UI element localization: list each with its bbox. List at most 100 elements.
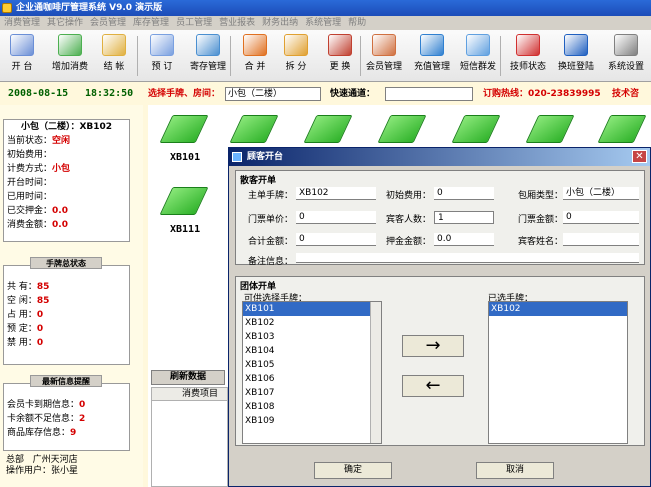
recharge-icon	[420, 34, 444, 56]
toolbar-button[interactable]: 结 帐	[92, 32, 136, 78]
menu-item[interactable]: 会员管理	[90, 18, 126, 28]
selected-plates-list[interactable]: XB102	[488, 301, 628, 444]
refresh-data-button[interactable]: 刷新数据	[151, 370, 225, 385]
info-value: 9	[70, 428, 77, 438]
table-icon[interactable]	[451, 115, 501, 143]
info-value: 85	[36, 296, 50, 306]
info-key: 会员卡到期信息：	[7, 400, 80, 410]
plate-list-item[interactable]: XB102	[489, 302, 627, 316]
toolbar-label: 拆 分	[285, 62, 307, 72]
remark-label: 备注信息：	[248, 257, 294, 267]
plate-list-item[interactable]: XB109	[243, 414, 381, 428]
change-icon	[328, 34, 352, 56]
room-type-field[interactable]: 小包（二楼）	[563, 187, 639, 200]
operator-info: 总部 广州天河店 操作用户：张小星	[3, 453, 130, 483]
menu-item[interactable]: 其它操作	[47, 18, 83, 28]
info-key: 已交押金：	[7, 206, 53, 216]
toolbar-separator	[137, 36, 138, 76]
plate-list-item[interactable]: XB106	[243, 372, 381, 386]
info-key: 禁 用：	[7, 338, 37, 348]
toolbar-button[interactable]: 系统设置	[604, 32, 648, 78]
toolbar-button[interactable]: 寄存管理	[186, 32, 230, 78]
toolbar-label: 增加消费	[51, 62, 88, 72]
menu-item[interactable]: 消费管理	[4, 18, 40, 28]
toolbar-button[interactable]: 换班登陆	[554, 32, 598, 78]
quick-channel-label: 快速通道：	[330, 89, 376, 99]
plate-list-item[interactable]: XB104	[243, 344, 381, 358]
toolbar-button[interactable]: 预 订	[140, 32, 184, 78]
toolbar-label: 换班登陆	[557, 62, 594, 72]
menu-item[interactable]: 帮助	[348, 18, 366, 28]
plate-list-item[interactable]: XB101	[243, 302, 381, 316]
remark-field[interactable]	[296, 253, 639, 263]
toolbar-button[interactable]: 合 并	[233, 32, 277, 78]
table-icon[interactable]	[597, 115, 647, 143]
ticket-amount-field[interactable]: 0	[563, 211, 639, 224]
plate-list-item[interactable]: XB108	[243, 400, 381, 414]
technician-icon	[516, 34, 540, 56]
plate-status-title: 手牌总状态	[30, 257, 102, 269]
settings-icon	[614, 34, 638, 56]
table-icon[interactable]	[303, 115, 353, 143]
info-key: 消费金额：	[7, 220, 53, 230]
info-value: 0	[36, 324, 44, 334]
confirm-button[interactable]: 确定	[314, 462, 392, 479]
table-icon[interactable]	[159, 115, 209, 143]
host-plate-field[interactable]: XB102	[296, 187, 376, 200]
quick-channel-input[interactable]	[385, 87, 473, 101]
toolbar-button[interactable]: 短信群发	[456, 32, 500, 78]
menu-item[interactable]: 系统管理	[305, 18, 341, 28]
info-key: 预 定：	[7, 324, 37, 334]
ticket-price-field[interactable]: 0	[296, 211, 376, 224]
init-fee-field[interactable]: 0	[434, 187, 494, 200]
toolbar-button[interactable]: 技师状态	[506, 32, 550, 78]
info-key: 卡余额不足信息：	[7, 414, 80, 424]
toolbar-button[interactable]: 增加消费	[48, 32, 92, 78]
table-icon[interactable]	[229, 115, 279, 143]
toolbar-button[interactable]: 充值管理	[410, 32, 454, 78]
plate-list-item[interactable]: XB105	[243, 358, 381, 372]
toolbar-label: 更 换	[329, 62, 351, 72]
operator-value: 张小星	[51, 466, 79, 476]
menu-item[interactable]: 员工管理	[176, 18, 212, 28]
close-icon[interactable]: ✕	[632, 150, 647, 163]
deposit-field[interactable]: 0.0	[434, 233, 494, 246]
table-icon	[10, 34, 34, 56]
table-icon[interactable]	[377, 115, 427, 143]
table-label: XB101	[170, 152, 201, 163]
remove-plate-button[interactable]: ←	[402, 375, 464, 397]
toolbar-button[interactable]: 拆 分	[274, 32, 318, 78]
info-row: 已用时间：	[4, 190, 129, 204]
select-plate-input[interactable]: 小包（二楼）	[225, 87, 321, 101]
info-row: 会员卡到期信息：0	[4, 398, 129, 412]
guests-field[interactable]: 1	[434, 211, 494, 224]
available-list-scrollbar[interactable]	[370, 302, 381, 443]
info-value: 0	[79, 400, 86, 410]
toolbar-label: 短信群发	[459, 62, 496, 72]
plate-list-item[interactable]: XB107	[243, 386, 381, 400]
plate-list-item[interactable]: XB103	[243, 330, 381, 344]
info-key: 占 用：	[7, 310, 37, 320]
room-info-box: 小包（二楼）：XB102 当前状态：空闲 初始费用： 计费方式：小包 开台时间： 已用时…	[3, 119, 130, 242]
available-plates-list[interactable]: XB101 XB102 XB103 XB104 XB105 XB106 XB107 XB108…	[242, 301, 382, 444]
scatter-order-group: 散客开单 主单手牌： XB102 初始费用： 0 包厢类型： 小包（二楼） 门票…	[235, 170, 645, 267]
merge-icon	[243, 34, 267, 56]
menu-item[interactable]: 营业报表	[219, 18, 255, 28]
toolbar-button[interactable]: 开 台	[0, 32, 44, 78]
menu-item[interactable]: 库存管理	[133, 18, 169, 28]
info-key: 当前状态：	[7, 136, 53, 146]
group-order-group: 团体开单 可供选择手牌： XB101 XB102 XB103 XB104 XB105 XB…	[235, 276, 645, 446]
table-icon[interactable]	[525, 115, 575, 143]
toolbar-button[interactable]: 会员管理	[362, 32, 406, 78]
cancel-button[interactable]: 取消	[476, 462, 554, 479]
add-plate-button[interactable]: →	[402, 335, 464, 357]
total-field[interactable]: 0	[296, 233, 376, 246]
menu-item[interactable]: 财务出纳	[262, 18, 298, 28]
toolbar-button[interactable]: 更 换	[318, 32, 362, 78]
info-key: 商品库存信息：	[7, 428, 71, 438]
date-display: 2008-08-15	[8, 88, 69, 99]
plate-list-item[interactable]: XB102	[243, 316, 381, 330]
table-icon[interactable]	[159, 187, 209, 215]
info-value: 0	[36, 338, 44, 348]
guest-name-field[interactable]	[563, 233, 639, 246]
